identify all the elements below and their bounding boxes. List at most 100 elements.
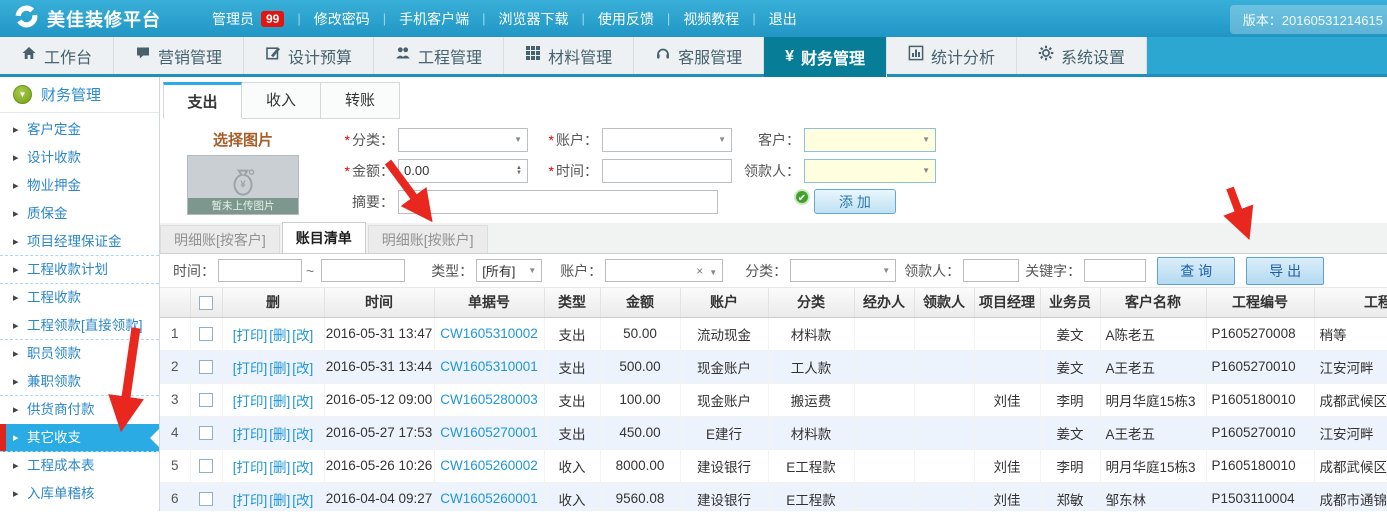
- select-all-checkbox[interactable]: [199, 296, 213, 310]
- topbar-menu-item[interactable]: 退出: [769, 9, 797, 29]
- separator: |: [667, 11, 670, 26]
- doc-number-link[interactable]: CW1605260001: [440, 491, 538, 506]
- clear-icon[interactable]: ×: [696, 264, 703, 278]
- row-checkbox[interactable]: [199, 459, 213, 473]
- doc-number-link[interactable]: CW1605280003: [440, 392, 538, 407]
- sidebar-item[interactable]: 工程成本表: [0, 452, 159, 480]
- sidebar-item[interactable]: 工程收款: [0, 284, 159, 312]
- date-to-input[interactable]: [321, 259, 405, 282]
- action-link[interactable]: [改]: [292, 493, 313, 508]
- nav-item-headset[interactable]: 客服管理: [634, 37, 764, 74]
- sidebar-header[interactable]: ▼ 财务管理: [0, 77, 159, 113]
- add-button[interactable]: 添 加: [814, 189, 896, 214]
- nav-item-chat[interactable]: 营销管理: [114, 37, 244, 74]
- account-filter-select[interactable]: ×▼: [605, 259, 723, 282]
- row-checkbox[interactable]: [199, 327, 213, 341]
- action-link[interactable]: [改]: [292, 394, 313, 409]
- action-link[interactable]: [删]: [269, 427, 290, 442]
- row-checkbox[interactable]: [199, 360, 213, 374]
- action-link[interactable]: [删]: [269, 493, 290, 508]
- table-row: 2[打印][删][改]2016-05-31 13:44CW1605310001支…: [160, 350, 1387, 383]
- nav-item-chart[interactable]: 统计分析: [887, 37, 1017, 74]
- category-filter-select[interactable]: ▼: [790, 259, 896, 282]
- action-link[interactable]: [打印]: [233, 361, 268, 376]
- spinner-arrows-icon[interactable]: ▲▼: [516, 166, 522, 176]
- action-link[interactable]: [改]: [292, 361, 313, 376]
- amount-stepper[interactable]: 0.00▲▼: [398, 159, 528, 183]
- separator: |: [752, 11, 755, 26]
- action-link[interactable]: [打印]: [233, 427, 268, 442]
- topbar-menu-item[interactable]: 使用反馈: [598, 9, 654, 29]
- tab-3[interactable]: 转账: [321, 82, 400, 119]
- search-button[interactable]: 查 询: [1157, 257, 1235, 285]
- collapse-icon[interactable]: ▼: [13, 85, 32, 104]
- action-link[interactable]: [改]: [292, 328, 313, 343]
- category-select[interactable]: ▼: [398, 128, 528, 152]
- time-input[interactable]: [602, 159, 732, 183]
- action-link[interactable]: [打印]: [233, 460, 268, 475]
- doc-number-link[interactable]: CW1605270001: [440, 425, 538, 440]
- doc-number-link[interactable]: CW1605310002: [440, 326, 538, 341]
- column-header: 客户名称: [1100, 288, 1206, 317]
- action-link[interactable]: [打印]: [233, 394, 268, 409]
- account-select[interactable]: ▼: [602, 128, 732, 152]
- tab-2[interactable]: 收入: [242, 82, 321, 119]
- summary-input[interactable]: [398, 190, 718, 214]
- action-link[interactable]: [打印]: [233, 328, 268, 343]
- action-link[interactable]: [改]: [292, 460, 313, 475]
- subtab-2[interactable]: 账目清单: [282, 222, 366, 253]
- filter-keyword-label: 关键字：: [1025, 261, 1081, 281]
- export-button[interactable]: 导 出: [1246, 257, 1324, 285]
- subtab-3[interactable]: 明细账[按账户]: [368, 225, 488, 253]
- topbar-menu-item[interactable]: 浏览器下载: [499, 9, 569, 29]
- nav-item-home[interactable]: 工作台: [0, 37, 114, 74]
- sidebar-item[interactable]: 工程收款计划: [0, 256, 159, 284]
- customer-select[interactable]: ▼: [804, 128, 936, 152]
- sidebar-item[interactable]: 客户定金: [0, 116, 159, 144]
- nav-item-grid[interactable]: 材料管理: [504, 37, 634, 74]
- sidebar-item[interactable]: 供货商付款: [0, 396, 159, 424]
- sidebar-item[interactable]: 入库单稽核: [0, 480, 159, 508]
- topbar-user[interactable]: 管理员 99: [212, 9, 284, 29]
- action-link[interactable]: [打印]: [233, 493, 268, 508]
- row-actions: [打印][删][改]: [222, 383, 324, 416]
- sidebar-item[interactable]: 工程领款[直接领款]: [0, 312, 159, 340]
- sidebar-item[interactable]: 物业押金: [0, 172, 159, 200]
- subtab-1[interactable]: 明细账[按客户]: [160, 225, 280, 253]
- date-from-input[interactable]: [218, 259, 302, 282]
- action-link[interactable]: [删]: [269, 394, 290, 409]
- nav-item-edit[interactable]: 设计预算: [244, 37, 374, 74]
- sidebar-item[interactable]: 其它收支: [0, 424, 159, 452]
- row-checkbox[interactable]: [199, 426, 213, 440]
- nav-item-gear[interactable]: 系统设置: [1017, 37, 1147, 74]
- topbar-menu-item[interactable]: 修改密码: [314, 9, 370, 29]
- sidebar-item[interactable]: 项目经理保证金: [0, 228, 159, 256]
- row-checkbox[interactable]: [199, 393, 213, 407]
- keyword-input[interactable]: [1084, 259, 1146, 282]
- sidebar-item[interactable]: 质保金: [0, 200, 159, 228]
- payee-select[interactable]: ▼: [804, 159, 936, 183]
- notification-badge[interactable]: 99: [261, 11, 284, 27]
- topbar-menu-item[interactable]: 手机客户端: [399, 9, 469, 29]
- cell-project-number: P1605270010: [1206, 416, 1314, 449]
- doc-number-link[interactable]: CW1605260002: [440, 458, 538, 473]
- choose-image-label[interactable]: 选择图片: [164, 129, 322, 150]
- type-select[interactable]: [所有]▼: [476, 259, 542, 282]
- payee-filter-input[interactable]: [963, 259, 1019, 282]
- nav-item-users[interactable]: 工程管理: [374, 37, 504, 74]
- nav-item-yen[interactable]: ¥财务管理: [764, 37, 887, 77]
- topbar-menu-item[interactable]: 视频教程: [683, 9, 739, 29]
- row-checkbox[interactable]: [199, 492, 213, 506]
- sidebar-item[interactable]: 兼职领款: [0, 368, 159, 396]
- action-link[interactable]: [删]: [269, 460, 290, 475]
- image-placeholder[interactable]: ¥ 暂未上传图片: [187, 155, 299, 215]
- sidebar-item[interactable]: 职员领款: [0, 340, 159, 368]
- doc-number-link[interactable]: CW1605310001: [440, 359, 538, 374]
- action-link[interactable]: [删]: [269, 328, 290, 343]
- tab-1[interactable]: 支出: [163, 82, 242, 119]
- table-row: 4[打印][删][改]2016-05-27 17:53CW1605270001支…: [160, 416, 1387, 449]
- cell-amount: 50.00: [600, 317, 680, 350]
- action-link[interactable]: [删]: [269, 361, 290, 376]
- action-link[interactable]: [改]: [292, 427, 313, 442]
- sidebar-item[interactable]: 设计收款: [0, 144, 159, 172]
